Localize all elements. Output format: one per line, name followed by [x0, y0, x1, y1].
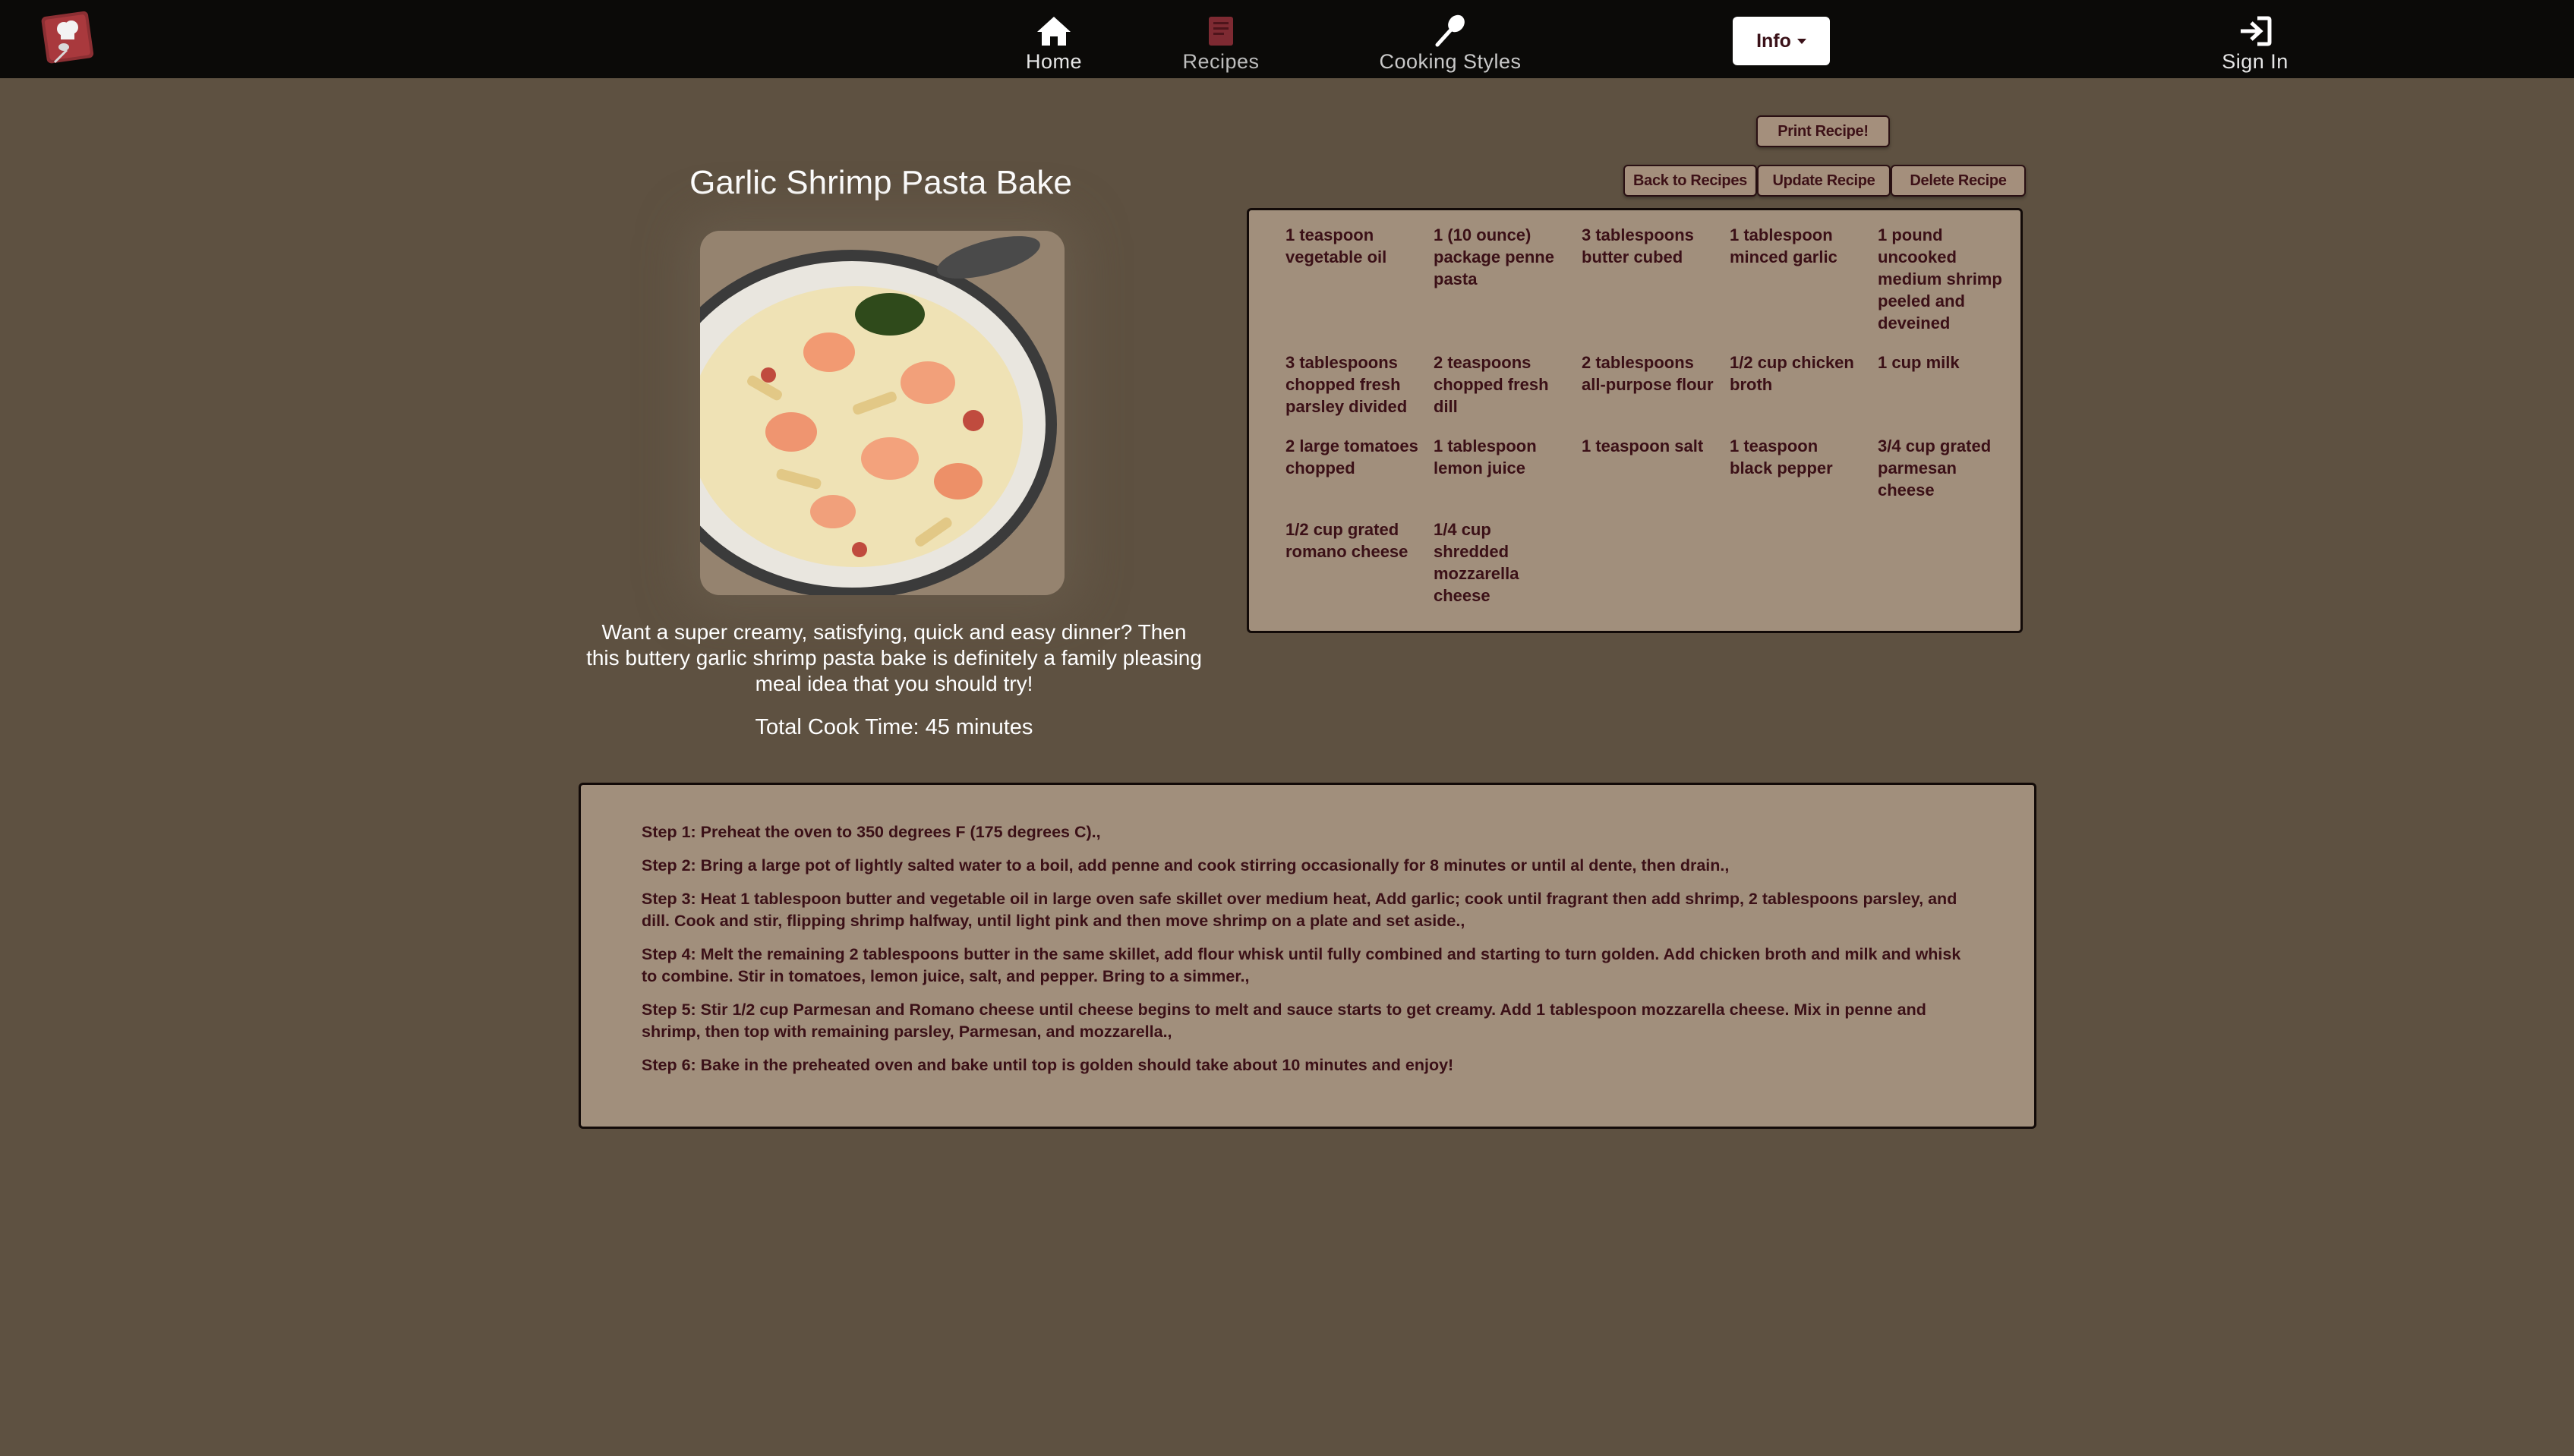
update-recipe-button[interactable]: Update Recipe — [1757, 165, 1891, 197]
nav-recipes[interactable]: Recipes — [1175, 14, 1266, 74]
ingredient-item: 3 tablespoons butter cubed — [1582, 225, 1694, 266]
nav-home[interactable]: Home — [1016, 14, 1092, 74]
spoon-icon — [1434, 14, 1467, 47]
ingredient-item: 1 (10 ounce) package penne pasta — [1434, 225, 1554, 288]
delete-recipe-button[interactable]: Delete Recipe — [1891, 165, 2026, 197]
ingredient-item: 1 tablespoon lemon juice — [1434, 436, 1537, 477]
nav-sign-in[interactable]: Sign In — [2210, 14, 2301, 74]
ingredient-item: 1 cup milk — [1878, 353, 1960, 372]
nav-cooking-styles-label: Cooking Styles — [1379, 50, 1522, 73]
info-label: Info — [1756, 30, 1791, 52]
step-item: Step 6: Bake in the preheated oven and b… — [642, 1056, 1454, 1074]
info-dropdown-button[interactable]: Info — [1733, 17, 1830, 65]
ingredients-panel: 1 teaspoon vegetable oil 1 (10 ounce) pa… — [1247, 208, 2023, 633]
ingredient-item: 1/4 cup shredded mozzarella cheese — [1434, 520, 1519, 605]
step-item: Step 2: Bring a large pot of lightly sal… — [642, 856, 1730, 875]
print-recipe-button[interactable]: Print Recipe! — [1756, 115, 1890, 147]
ingredient-item: 1 tablespoon minced garlic — [1730, 225, 1837, 266]
step-item: Step 1: Preheat the oven to 350 degrees … — [642, 823, 1101, 841]
recipe-title: Garlic Shrimp Pasta Bake — [689, 164, 1072, 201]
ingredient-item: 1/2 cup grated romano cheese — [1285, 520, 1408, 561]
step-item: Step 4: Melt the remaining 2 tablespoons… — [642, 945, 1961, 985]
nav-recipes-label: Recipes — [1182, 50, 1260, 73]
back-to-recipes-button[interactable]: Back to Recipes — [1623, 165, 1757, 197]
ingredient-item: 1 teaspoon salt — [1582, 436, 1704, 455]
ingredient-item: 2 large tomatoes chopped — [1285, 436, 1418, 477]
navbar: Home Recipes Cooking Styles Info Sign In — [0, 0, 2574, 78]
ingredient-item: 2 teaspoons chopped fresh dill — [1434, 353, 1549, 416]
cook-time: Total Cook Time: 45 minutes — [755, 715, 1033, 739]
ingredient-item: 1 teaspoon vegetable oil — [1285, 225, 1387, 266]
ingredient-item: 1 pound uncooked medium shrimp peeled an… — [1878, 225, 2002, 332]
caret-down-icon — [1796, 38, 1806, 44]
ingredient-item: 3/4 cup grated parmesan cheese — [1878, 436, 1992, 500]
nav-cooking-styles[interactable]: Cooking Styles — [1352, 14, 1549, 74]
ingredient-item: 1/2 cup chicken broth — [1730, 353, 1854, 394]
book-icon — [1207, 14, 1235, 47]
step-item: Step 3: Heat 1 tablespoon butter and veg… — [642, 890, 1957, 930]
ingredient-item: 3 tablespoons chopped fresh parsley divi… — [1285, 353, 1408, 416]
chef-hat-logo-icon[interactable] — [39, 11, 97, 65]
steps-panel: Step 1: Preheat the oven to 350 degrees … — [579, 783, 2036, 1129]
home-icon — [1036, 14, 1072, 47]
recipe-photo — [700, 231, 1065, 595]
ingredient-item: 2 tablespoons all-purpose flour — [1582, 353, 1714, 394]
nav-home-label: Home — [1025, 50, 1083, 73]
sign-in-icon — [2238, 14, 2273, 47]
nav-sign-in-label: Sign In — [2222, 50, 2289, 73]
ingredient-item: 1 teaspoon black pepper — [1730, 436, 1833, 477]
recipe-description: Want a super creamy, satisfying, quick a… — [586, 620, 1202, 695]
step-item: Step 5: Stir 1/2 cup Parmesan and Romano… — [642, 1001, 1926, 1041]
